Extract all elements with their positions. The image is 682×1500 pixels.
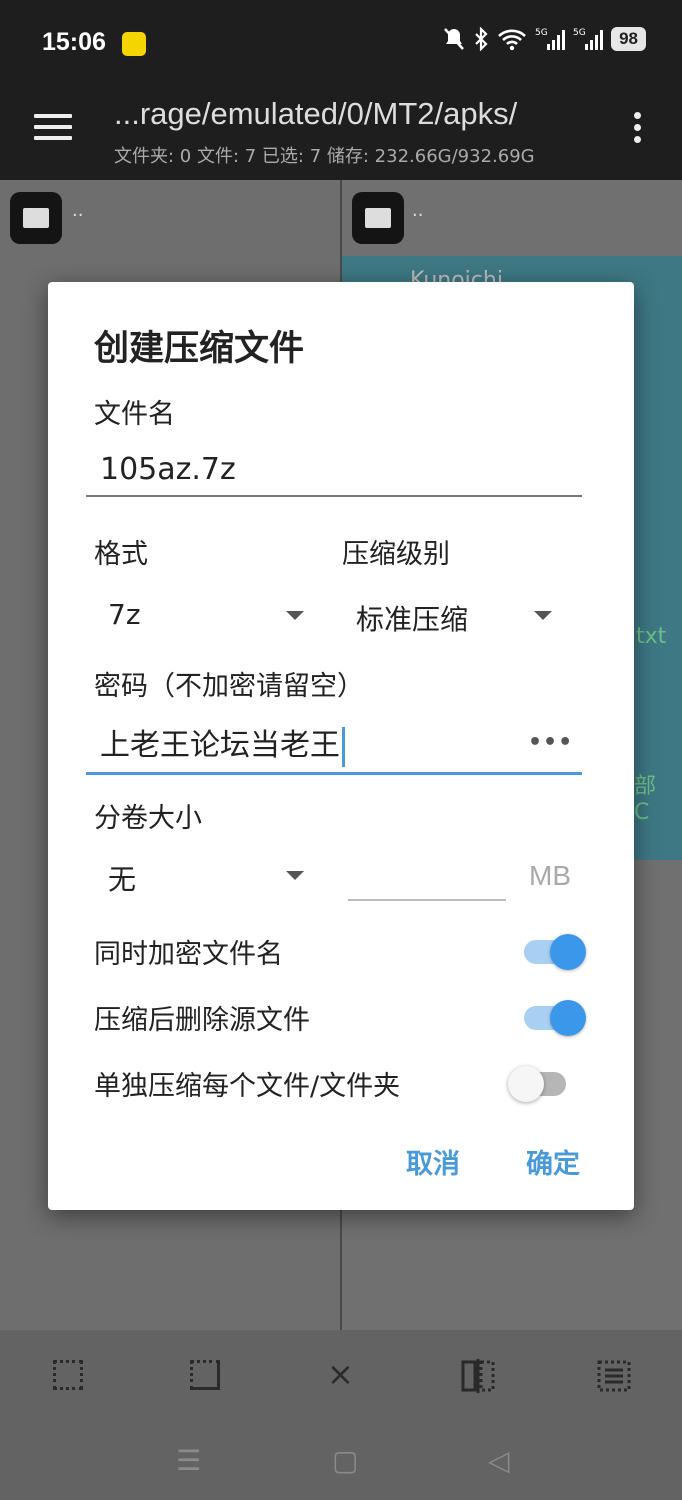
volume-label: 分卷大小 (94, 803, 202, 834)
dialog-title: 创建压缩文件 (94, 329, 305, 369)
folder-icon[interactable] (10, 192, 62, 244)
volume-chevron-down-icon[interactable] (286, 871, 304, 880)
confirm-button[interactable]: 确定 (526, 1142, 580, 1181)
encrypt-names-switch[interactable] (522, 928, 586, 970)
select-range-icon[interactable] (190, 1360, 220, 1390)
back-icon[interactable]: ◁ (488, 1444, 510, 1477)
file-char-peek: 部 (634, 774, 657, 799)
menu-icon[interactable] (34, 114, 72, 142)
volume-select[interactable]: 无 (108, 858, 136, 898)
volume-size-input[interactable] (348, 899, 506, 901)
file-char-peek: C (634, 800, 650, 825)
app-notification-icon (122, 32, 146, 56)
text-cursor (342, 726, 345, 767)
bluetooth-icon (475, 27, 488, 51)
current-path: ...rage/emulated/0/MT2/apks/ (114, 96, 518, 131)
status-bar: 15:06 5G 5G 98 (0, 0, 682, 88)
format-select[interactable]: 7z (108, 598, 141, 631)
file-ext-peek: txt (636, 624, 667, 649)
path-info: 文件夹: 0 文件: 7 已选: 7 储存: 232.66G/932.69G (114, 146, 535, 167)
status-icons: 5G 5G 98 (443, 26, 646, 52)
password-label: 密码（不加密请留空） (94, 671, 364, 702)
volume-unit-label: MB (529, 860, 571, 891)
bottom-action-bar: × (0, 1330, 682, 1420)
compare-icon[interactable] (460, 1358, 496, 1394)
password-underline (86, 772, 582, 775)
separate-compress-switch[interactable] (508, 1060, 570, 1102)
signal-5g-icon: 5G (535, 28, 566, 50)
system-nav-bar: ☰ ▢ ◁ (0, 1420, 682, 1500)
svg-text:5G: 5G (535, 28, 548, 38)
parent-folder-label[interactable]: .. (412, 200, 423, 221)
format-chevron-down-icon[interactable] (286, 611, 304, 620)
list-select-icon[interactable] (596, 1358, 632, 1394)
encrypt-names-label: 同时加密文件名 (94, 939, 283, 970)
level-chevron-down-icon[interactable] (534, 611, 552, 620)
password-input[interactable]: 上老王论坛当老王 (100, 720, 345, 767)
cancel-button[interactable]: 取消 (406, 1142, 460, 1181)
create-archive-dialog: 创建压缩文件 文件名 105az.7z 格式 压缩级别 7z 标准压缩 密码（不… (48, 282, 634, 1210)
delete-source-switch[interactable] (522, 994, 586, 1036)
app-toolbar: ...rage/emulated/0/MT2/apks/ 文件夹: 0 文件: … (0, 88, 682, 180)
filename-label: 文件名 (94, 399, 175, 430)
filename-input[interactable]: 105az.7z (100, 452, 236, 487)
close-icon[interactable]: × (327, 1358, 354, 1390)
home-icon[interactable]: ▢ (332, 1444, 358, 1477)
password-text: 上老王论坛当老王 (100, 728, 340, 763)
format-label: 格式 (94, 539, 148, 570)
recents-icon[interactable]: ☰ (176, 1444, 201, 1477)
select-all-icon[interactable] (53, 1360, 83, 1390)
delete-source-label: 压缩后删除源文件 (94, 1005, 310, 1036)
filename-underline (86, 495, 582, 497)
status-time: 15:06 (42, 28, 106, 56)
parent-folder-label[interactable]: .. (72, 200, 83, 221)
level-label: 压缩级别 (342, 539, 450, 570)
mute-icon (444, 28, 465, 50)
svg-text:5G: 5G (573, 28, 586, 38)
folder-icon[interactable] (352, 192, 404, 244)
wifi-icon (498, 29, 526, 51)
more-options-icon[interactable] (634, 112, 642, 148)
battery-level: 98 (611, 27, 646, 51)
signal-5g-icon: 5G (573, 28, 604, 50)
separate-compress-label: 单独压缩每个文件/文件夹 (94, 1071, 401, 1102)
password-visibility-icon[interactable]: ••• (528, 730, 573, 755)
level-select[interactable]: 标准压缩 (356, 598, 468, 638)
